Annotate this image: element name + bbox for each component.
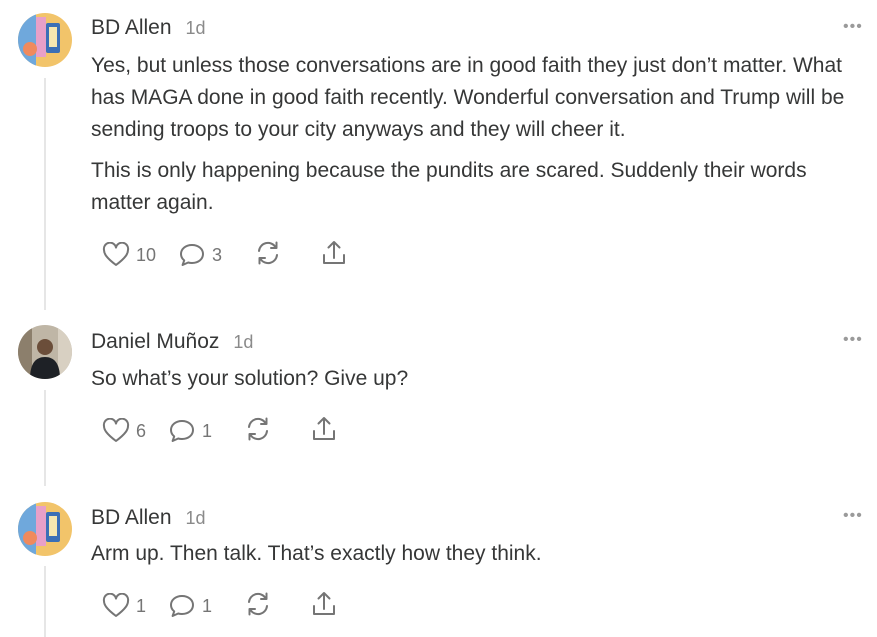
- thread-line: [44, 390, 46, 486]
- restack-button[interactable]: [244, 415, 272, 448]
- comment-paragraph: So what’s your solution? Give up?: [91, 367, 409, 390]
- like-count: 6: [136, 420, 147, 441]
- comment-body: Yes, but unless those conversations are …: [91, 50, 861, 228]
- like-button[interactable]: 6: [102, 418, 146, 444]
- like-count: 10: [136, 244, 157, 265]
- reply-button[interactable]: 3: [178, 242, 222, 268]
- comment-actions: 6 1: [102, 416, 376, 446]
- more-options-icon[interactable]: •••: [843, 331, 863, 349]
- avatar[interactable]: [18, 13, 72, 67]
- comment-paragraph: Arm up. Then talk. That’s exactly how th…: [91, 542, 542, 565]
- share-icon: [310, 590, 338, 623]
- heart-icon: [102, 593, 130, 619]
- comment-icon: [178, 242, 206, 268]
- share-button[interactable]: [320, 239, 348, 272]
- author-line: BD Allen 1d: [91, 506, 206, 530]
- comment-paragraph: Yes, but unless those conversations are …: [91, 54, 845, 141]
- share-icon: [320, 239, 348, 272]
- reply-count: 1: [202, 595, 213, 616]
- author-name[interactable]: Daniel Muñoz: [91, 330, 219, 354]
- restack-button[interactable]: [254, 239, 282, 272]
- reply-button[interactable]: 1: [168, 593, 212, 619]
- like-button[interactable]: 10: [102, 242, 156, 268]
- comment-icon: [168, 593, 196, 619]
- author-line: BD Allen 1d: [91, 16, 206, 40]
- comment-body: So what’s your solution? Give up?: [91, 363, 861, 404]
- more-options-icon[interactable]: •••: [843, 507, 863, 525]
- comment-paragraph: This is only happening because the pundi…: [91, 159, 807, 214]
- thread-line: [44, 78, 46, 310]
- share-icon: [310, 415, 338, 448]
- comment-body: Arm up. Then talk. That’s exactly how th…: [91, 538, 861, 579]
- author-name[interactable]: BD Allen: [91, 506, 172, 530]
- like-button[interactable]: 1: [102, 593, 146, 619]
- heart-icon: [102, 418, 130, 444]
- timestamp[interactable]: 1d: [186, 508, 206, 529]
- comment-actions: 1 1: [102, 591, 376, 621]
- author-name[interactable]: BD Allen: [91, 16, 172, 40]
- share-button[interactable]: [310, 590, 338, 623]
- reply-count: 1: [202, 420, 213, 441]
- restack-icon: [244, 415, 272, 448]
- restack-icon: [244, 590, 272, 623]
- more-options-icon[interactable]: •••: [843, 18, 863, 36]
- restack-button[interactable]: [244, 590, 272, 623]
- timestamp[interactable]: 1d: [186, 18, 206, 39]
- comment-actions: 10 3: [102, 240, 386, 270]
- thread-line: [44, 566, 46, 637]
- share-button[interactable]: [310, 415, 338, 448]
- like-count: 1: [136, 595, 147, 616]
- author-line: Daniel Muñoz 1d: [91, 330, 253, 354]
- heart-icon: [102, 242, 130, 268]
- restack-icon: [254, 239, 282, 272]
- reply-button[interactable]: 1: [168, 418, 212, 444]
- timestamp[interactable]: 1d: [233, 332, 253, 353]
- avatar[interactable]: [18, 325, 72, 379]
- comment-icon: [168, 418, 196, 444]
- reply-count: 3: [212, 244, 223, 265]
- avatar[interactable]: [18, 502, 72, 556]
